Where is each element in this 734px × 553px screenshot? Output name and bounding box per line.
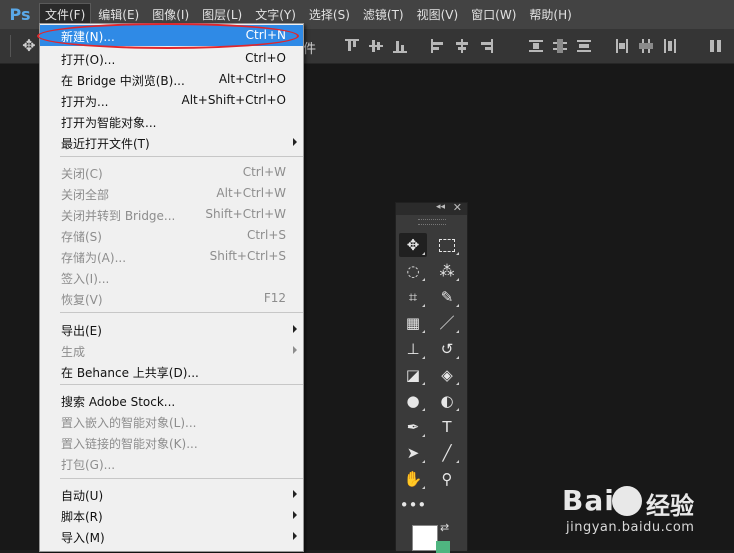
- submenu-arrow-icon: [293, 490, 297, 498]
- line-tool-icon[interactable]: ╱: [433, 441, 461, 465]
- menu-item-recent-files[interactable]: 最近打开文件(T): [40, 132, 303, 153]
- clone-stamp-tool-icon[interactable]: ⊥: [399, 337, 427, 361]
- align-top-icon[interactable]: [345, 39, 359, 53]
- submenu-arrow-icon: [293, 325, 297, 333]
- menu-filter[interactable]: 滤镜(T): [358, 4, 409, 26]
- menu-item-scripts[interactable]: 脚本(R): [40, 505, 303, 526]
- options-grip: [10, 35, 11, 57]
- menu-item-open-smart-object[interactable]: 打开为智能对象...: [40, 111, 303, 132]
- more-tools-icon[interactable]: •••: [399, 493, 427, 517]
- foreground-color-swatch[interactable]: [412, 525, 438, 551]
- align-bottom-icon[interactable]: [393, 39, 407, 53]
- menu-item-close-all[interactable]: 关闭全部 Alt+Ctrl+W: [40, 183, 303, 204]
- distribute-top-icon[interactable]: [529, 39, 543, 53]
- collapse-panel-icon[interactable]: ◂◂: [436, 202, 445, 212]
- background-color-swatch[interactable]: [436, 541, 450, 553]
- move-tool-icon[interactable]: ✥: [399, 233, 427, 257]
- auto-select-label: 件: [303, 42, 317, 57]
- healing-brush-tool-icon[interactable]: ▦: [399, 311, 427, 335]
- submenu-arrow-icon: [293, 532, 297, 540]
- submenu-arrow-icon: [293, 138, 297, 146]
- menu-window[interactable]: 窗口(W): [466, 4, 521, 26]
- paw-icon: [612, 486, 642, 516]
- menu-item-share-behance[interactable]: 在 Behance 上共享(D)...: [40, 361, 303, 382]
- eraser-tool-icon[interactable]: ◪: [399, 363, 427, 387]
- panel-grip[interactable]: [418, 219, 446, 225]
- watermark-logo-suffix: 经验: [646, 492, 694, 520]
- distribute-left-icon[interactable]: [615, 39, 629, 53]
- magic-wand-tool-icon[interactable]: ⁂: [433, 259, 461, 283]
- menu-item-save-as[interactable]: 存储为(A)... Shift+Ctrl+S: [40, 246, 303, 267]
- distribute-hcenter-icon[interactable]: [639, 39, 653, 53]
- photoshop-logo: Ps: [9, 5, 31, 24]
- submenu-arrow-icon: [293, 346, 297, 354]
- baidu-jingyan-watermark: Bai 经验 jingyan.baidu.com: [562, 484, 732, 544]
- close-panel-icon[interactable]: ✕: [453, 201, 462, 214]
- menu-item-search-adobe-stock[interactable]: 搜索 Adobe Stock...: [40, 390, 303, 411]
- auto-align-icon[interactable]: [709, 39, 723, 53]
- menu-select[interactable]: 选择(S): [304, 4, 355, 26]
- hand-tool-icon[interactable]: ✋: [399, 467, 427, 491]
- zoom-tool-icon[interactable]: ⚲: [433, 467, 461, 491]
- menu-item-save[interactable]: 存储(S) Ctrl+S: [40, 225, 303, 246]
- align-hcenter-icon[interactable]: [455, 39, 469, 53]
- type-tool-icon[interactable]: T: [433, 415, 461, 439]
- menu-separator: [60, 156, 303, 157]
- submenu-arrow-icon: [293, 511, 297, 519]
- menu-item-generate[interactable]: 生成: [40, 340, 303, 361]
- distribute-right-icon[interactable]: [663, 39, 677, 53]
- menu-item-place-linked[interactable]: 置入链接的智能对象(K)...: [40, 432, 303, 453]
- menu-item-export[interactable]: 导出(E): [40, 319, 303, 340]
- blur-tool-icon[interactable]: ●: [399, 389, 427, 413]
- menu-item-revert[interactable]: 恢复(V) F12: [40, 288, 303, 309]
- menu-item-new[interactable]: 新建(N)... Ctrl+N: [40, 25, 303, 46]
- menu-item-open[interactable]: 打开(O)... Ctrl+O: [40, 48, 303, 69]
- swap-colors-icon[interactable]: ⇄: [440, 521, 449, 534]
- menu-item-automate[interactable]: 自动(U): [40, 484, 303, 505]
- distribute-vcenter-icon[interactable]: [553, 39, 567, 53]
- tools-panel: ◂◂ ✕ ✥ ◌ ⁂ ⌗ ✎ ▦ ／ ⊥ ↺ ◪ ◈ ● ◐ ✒ T ➤ ╱ ✋…: [395, 201, 468, 553]
- crop-tool-icon[interactable]: ⌗: [399, 285, 427, 309]
- watermark-url: jingyan.baidu.com: [566, 520, 695, 535]
- align-right-icon[interactable]: [479, 39, 493, 53]
- eyedropper-tool-icon[interactable]: ✎: [433, 285, 461, 309]
- watermark-logo: Bai: [562, 484, 615, 517]
- marquee-tool-icon[interactable]: [433, 233, 461, 257]
- paint-bucket-tool-icon[interactable]: ◈: [433, 363, 461, 387]
- menu-separator: [60, 384, 303, 385]
- file-menu-dropdown: 新建(N)... Ctrl+N 打开(O)... Ctrl+O 在 Bridge 中…: [39, 23, 304, 552]
- menu-view[interactable]: 视图(V): [412, 4, 464, 26]
- menu-item-package[interactable]: 打包(G)...: [40, 453, 303, 474]
- align-left-icon[interactable]: [431, 39, 445, 53]
- distribute-bottom-icon[interactable]: [577, 39, 591, 53]
- tools-panel-header[interactable]: ◂◂ ✕: [396, 201, 467, 215]
- menu-item-import[interactable]: 导入(M): [40, 526, 303, 547]
- lasso-tool-icon[interactable]: ◌: [399, 259, 427, 283]
- brush-tool-icon[interactable]: ／: [433, 311, 461, 335]
- menu-item-open-as[interactable]: 打开为... Alt+Shift+Ctrl+O: [40, 90, 303, 111]
- dodge-tool-icon[interactable]: ◐: [433, 389, 461, 413]
- path-selection-tool-icon[interactable]: ➤: [399, 441, 427, 465]
- align-vcenter-icon[interactable]: [369, 39, 383, 53]
- menu-separator: [60, 478, 303, 479]
- move-tool-icon[interactable]: ✥: [18, 36, 40, 56]
- menu-separator: [60, 312, 303, 313]
- menu-item-close[interactable]: 关闭(C) Ctrl+W: [40, 162, 303, 183]
- menu-item-browse-bridge[interactable]: 在 Bridge 中浏览(B)... Alt+Ctrl+O: [40, 69, 303, 90]
- menu-item-check-in[interactable]: 签入(I)...: [40, 267, 303, 288]
- menu-item-close-go-bridge[interactable]: 关闭并转到 Bridge... Shift+Ctrl+W: [40, 204, 303, 225]
- history-brush-tool-icon[interactable]: ↺: [433, 337, 461, 361]
- menu-help[interactable]: 帮助(H): [524, 4, 576, 26]
- menu-item-place-embedded[interactable]: 置入嵌入的智能对象(L)...: [40, 411, 303, 432]
- pen-tool-icon[interactable]: ✒: [399, 415, 427, 439]
